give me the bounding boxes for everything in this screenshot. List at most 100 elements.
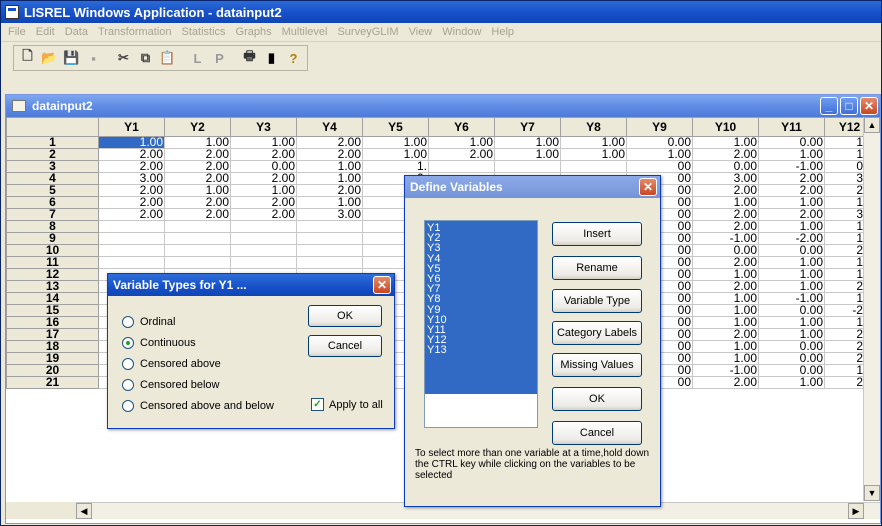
- data-cell[interactable]: [98, 220, 165, 233]
- define-variables-close-icon[interactable]: ✕: [639, 178, 657, 196]
- column-header-y3[interactable]: Y3: [230, 117, 297, 137]
- data-cell[interactable]: 1.00: [758, 376, 825, 389]
- data-cell[interactable]: 2.00: [230, 208, 297, 221]
- variable-types-close-icon[interactable]: ✕: [373, 276, 391, 294]
- data-cell[interactable]: 2.00: [428, 148, 495, 161]
- data-cell[interactable]: 2.00: [164, 208, 231, 221]
- data-cell[interactable]: 2.00: [692, 376, 759, 389]
- list-item[interactable]: Y8: [425, 294, 537, 305]
- rename-button[interactable]: Rename: [552, 256, 642, 280]
- menu-file[interactable]: File: [3, 26, 31, 38]
- cancel-button[interactable]: Cancel: [552, 421, 642, 445]
- print-icon[interactable]: 🖶: [239, 48, 260, 68]
- scroll-right-icon[interactable]: ▶: [848, 503, 864, 519]
- column-header-y5[interactable]: Y5: [362, 117, 429, 137]
- data-cell[interactable]: [296, 220, 363, 233]
- column-header-y9[interactable]: Y9: [626, 117, 693, 137]
- data-cell[interactable]: [98, 256, 165, 269]
- run-prelis-icon[interactable]: P: [209, 48, 230, 68]
- variable-types-ok-button[interactable]: OK: [308, 305, 382, 327]
- data-cell[interactable]: [230, 244, 297, 257]
- row-header[interactable]: 21: [6, 376, 99, 389]
- list-item[interactable]: Y6: [425, 273, 537, 285]
- run-lisrel-icon[interactable]: L: [187, 48, 208, 68]
- save-disabled-icon[interactable]: 💾: [61, 48, 82, 68]
- data-cell[interactable]: [164, 232, 231, 245]
- data-cell[interactable]: [494, 160, 561, 173]
- radio-censored-below[interactable]: Censored below: [122, 379, 220, 391]
- define-variables-title-bar[interactable]: Define Variables ✕: [405, 176, 660, 198]
- variable-types-cancel-button[interactable]: Cancel: [308, 335, 382, 357]
- scroll-down-icon[interactable]: ▼: [864, 485, 880, 501]
- menu-transformation[interactable]: Transformation: [93, 26, 177, 38]
- open-icon[interactable]: 📂: [39, 48, 60, 68]
- data-cell[interactable]: [428, 160, 495, 173]
- menu-help[interactable]: Help: [486, 26, 519, 38]
- scroll-up-icon[interactable]: ▲: [864, 117, 880, 133]
- radio-ordinal[interactable]: Ordinal: [122, 316, 175, 328]
- new-icon[interactable]: 🗋: [17, 48, 38, 68]
- list-item[interactable]: Y13: [425, 345, 537, 356]
- variable-type-button[interactable]: Variable Type: [552, 289, 642, 313]
- insert-button[interactable]: Insert: [552, 222, 642, 246]
- vertical-scrollbar[interactable]: ▲ ▼: [863, 117, 880, 501]
- data-cell[interactable]: [230, 220, 297, 233]
- list-item[interactable]: Y1: [425, 222, 537, 234]
- paste-icon[interactable]: 📋: [157, 48, 178, 68]
- column-header-y7[interactable]: Y7: [494, 117, 561, 137]
- list-item[interactable]: Y5: [425, 263, 537, 274]
- radio-continuous[interactable]: Continuous: [122, 337, 196, 349]
- column-header-y2[interactable]: Y2: [164, 117, 231, 137]
- variables-listbox[interactable]: Y1 Y2 Y3 Y4 Y5 Y6 Y7 Y8 Y9 Y10 Y11 Y12 Y13: [424, 220, 538, 428]
- menu-surveyglim[interactable]: SurveyGLIM: [332, 26, 403, 38]
- copy-icon[interactable]: ⧉: [135, 48, 156, 68]
- radio-censored-above-and-below[interactable]: Censored above and below: [122, 400, 274, 412]
- column-header-y11[interactable]: Y11: [758, 117, 825, 137]
- menu-data[interactable]: Data: [60, 26, 93, 38]
- missing-values-button[interactable]: Missing Values: [552, 353, 642, 377]
- data-cell[interactable]: [98, 244, 165, 257]
- data-cell[interactable]: [230, 256, 297, 269]
- apply-to-all-checkbox[interactable]: ✓ Apply to all: [311, 398, 383, 411]
- cut-icon[interactable]: ✂: [113, 48, 134, 68]
- data-cell[interactable]: [560, 160, 627, 173]
- grid-corner[interactable]: [6, 117, 99, 137]
- data-cell[interactable]: [230, 232, 297, 245]
- data-cell[interactable]: [296, 244, 363, 257]
- list-item[interactable]: Y4: [425, 253, 537, 264]
- data-cell[interactable]: [164, 220, 231, 233]
- data-cell[interactable]: 1.00: [560, 148, 627, 161]
- data-cell[interactable]: [164, 244, 231, 257]
- variable-types-title-bar[interactable]: Variable Types for Y1 ... ✕: [108, 274, 394, 296]
- data-cell[interactable]: [296, 232, 363, 245]
- menu-window[interactable]: Window: [437, 26, 486, 38]
- menu-multilevel[interactable]: Multilevel: [277, 26, 333, 38]
- column-header-y6[interactable]: Y6: [428, 117, 495, 137]
- data-cell[interactable]: 1.00: [494, 148, 561, 161]
- data-cell[interactable]: [98, 232, 165, 245]
- menu-statistics[interactable]: Statistics: [177, 26, 231, 38]
- info-icon[interactable]: ▮: [261, 48, 282, 68]
- child-title-bar[interactable]: datainput2 _ □ ✕: [6, 95, 880, 117]
- maximize-button[interactable]: □: [840, 97, 858, 115]
- data-cell[interactable]: [164, 256, 231, 269]
- close-button[interactable]: ✕: [860, 97, 878, 115]
- data-cell[interactable]: 3.00: [296, 208, 363, 221]
- data-cell[interactable]: [296, 256, 363, 269]
- app-title-bar[interactable]: LISREL Windows Application - datainput2: [1, 1, 881, 23]
- scroll-left-icon[interactable]: ◀: [76, 503, 92, 519]
- column-header-y8[interactable]: Y8: [560, 117, 627, 137]
- radio-censored-above[interactable]: Censored above: [122, 358, 221, 370]
- help-icon[interactable]: ?: [283, 48, 304, 68]
- menu-graphs[interactable]: Graphs: [231, 26, 277, 38]
- list-item[interactable]: Y7: [425, 284, 537, 295]
- ok-button[interactable]: OK: [552, 387, 642, 411]
- column-header-y10[interactable]: Y10: [692, 117, 759, 137]
- data-cell[interactable]: 2.00: [98, 208, 165, 221]
- column-header-y4[interactable]: Y4: [296, 117, 363, 137]
- save-all-disabled-icon[interactable]: ▪: [83, 48, 104, 68]
- list-item[interactable]: Y3: [425, 243, 537, 254]
- menu-edit[interactable]: Edit: [31, 26, 60, 38]
- column-header-y1[interactable]: Y1: [98, 117, 165, 137]
- menu-view[interactable]: View: [404, 26, 438, 38]
